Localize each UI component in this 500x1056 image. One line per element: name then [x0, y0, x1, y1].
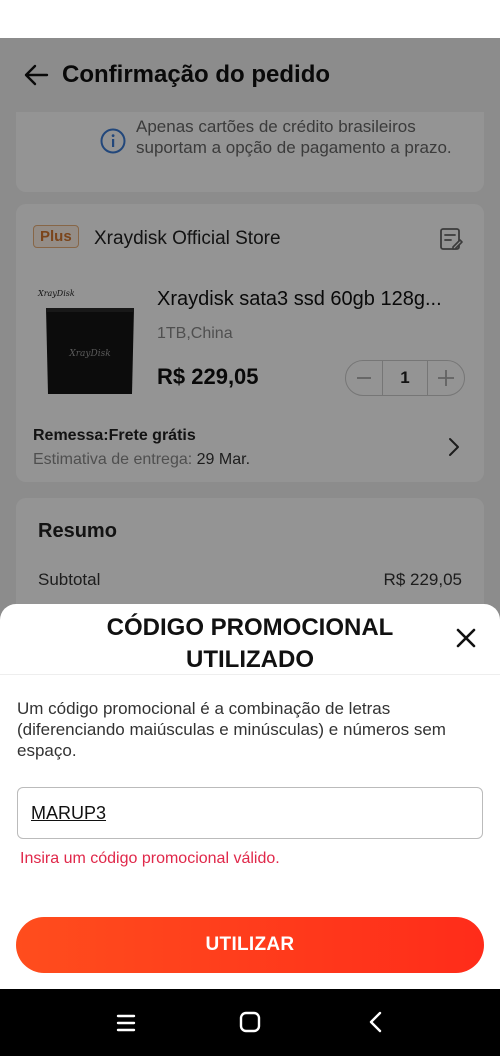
promo-code-sheet: CÓDIGO PROMOCIONAL UTILIZADO Um código p… — [0, 604, 500, 989]
recent-apps-icon[interactable] — [114, 1011, 138, 1035]
apply-promo-button[interactable]: UTILIZAR — [16, 917, 484, 973]
system-nav-bar — [0, 989, 500, 1056]
promo-code-input[interactable] — [17, 787, 483, 839]
promo-error-message: Insira um código promocional válido. — [20, 850, 280, 867]
sheet-title: CÓDIGO PROMOCIONAL UTILIZADO — [106, 614, 394, 673]
promo-description: Um código promocional é a combinação de … — [17, 699, 446, 760]
nav-back-icon[interactable] — [366, 1010, 386, 1034]
home-icon[interactable] — [238, 1010, 262, 1034]
sheet-divider — [0, 674, 500, 675]
status-bar — [0, 0, 500, 38]
close-icon[interactable] — [454, 626, 478, 650]
